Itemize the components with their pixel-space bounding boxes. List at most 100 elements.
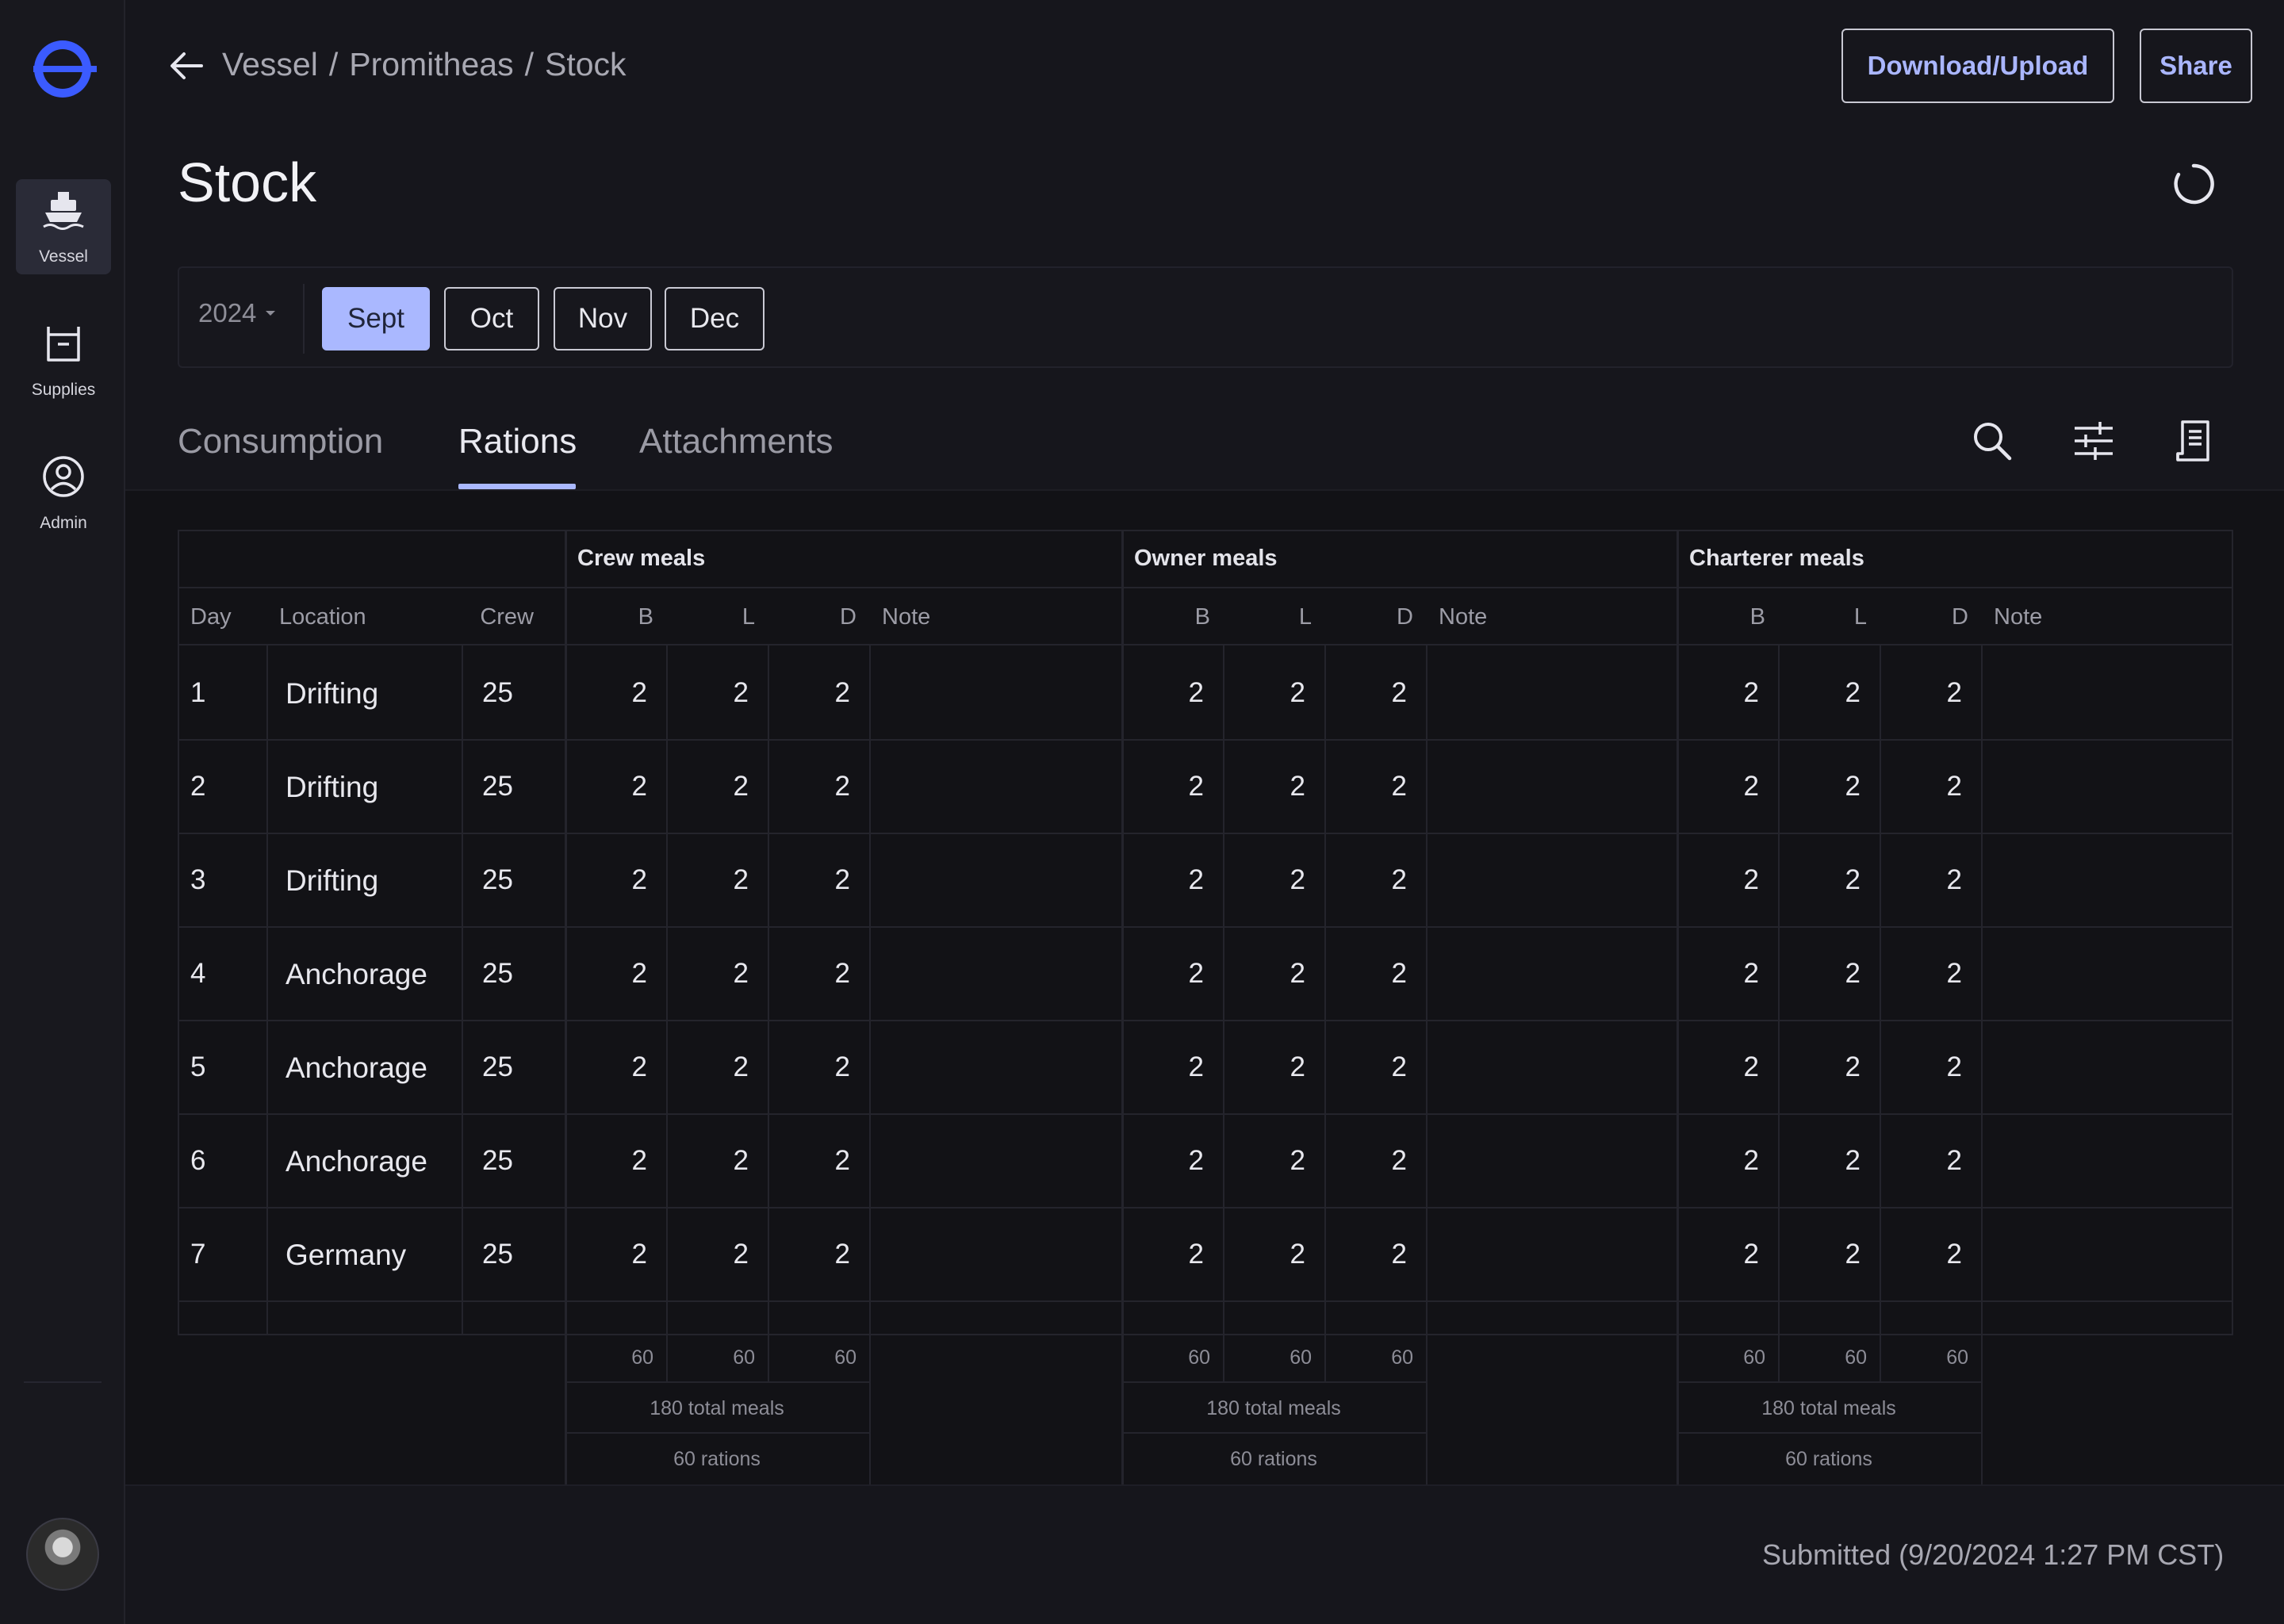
cell-crew[interactable]: 25 bbox=[482, 1239, 513, 1270]
cell-lunch[interactable]: 2 bbox=[1845, 1239, 1861, 1270]
cell-dinner[interactable]: 2 bbox=[835, 958, 850, 990]
cell-lunch[interactable]: 2 bbox=[1845, 677, 1861, 709]
cell-lunch[interactable]: 2 bbox=[734, 864, 749, 896]
cell-dinner[interactable]: 2 bbox=[835, 1145, 850, 1177]
cell-dinner[interactable]: 2 bbox=[835, 771, 850, 802]
tab-rations[interactable]: Rations bbox=[458, 422, 577, 462]
column-divider bbox=[462, 644, 463, 1334]
cell-dinner[interactable]: 2 bbox=[1392, 1239, 1407, 1270]
download-upload-button[interactable]: Download/Upload bbox=[1841, 29, 2114, 103]
cell-breakfast[interactable]: 2 bbox=[1189, 1051, 1204, 1083]
cell-lunch[interactable]: 2 bbox=[734, 771, 749, 802]
cell-breakfast[interactable]: 2 bbox=[1744, 1051, 1759, 1083]
tab-consumption[interactable]: Consumption bbox=[178, 422, 383, 462]
cell-dinner[interactable]: 2 bbox=[1392, 864, 1407, 896]
cell-lunch[interactable]: 2 bbox=[1845, 864, 1861, 896]
cell-breakfast[interactable]: 2 bbox=[632, 771, 647, 802]
cell-crew[interactable]: 25 bbox=[482, 958, 513, 990]
month-button-nov[interactable]: Nov bbox=[554, 287, 652, 350]
breadcrumb-promitheas[interactable]: Promitheas bbox=[349, 46, 513, 83]
month-button-oct[interactable]: Oct bbox=[444, 287, 539, 350]
month-button-sept[interactable]: Sept bbox=[322, 287, 430, 350]
cell-breakfast[interactable]: 2 bbox=[1744, 1145, 1759, 1177]
cell-lunch[interactable]: 2 bbox=[734, 1145, 749, 1177]
cell-location[interactable]: Drifting bbox=[286, 677, 378, 710]
cell-lunch[interactable]: 2 bbox=[734, 958, 749, 990]
cell-breakfast[interactable]: 2 bbox=[1744, 1239, 1759, 1270]
sidebar-item-admin[interactable]: Admin bbox=[16, 446, 111, 541]
cell-dinner[interactable]: 2 bbox=[1947, 1145, 1962, 1177]
cell-breakfast[interactable]: 2 bbox=[1189, 958, 1204, 990]
filter-sliders-icon[interactable] bbox=[2071, 419, 2116, 463]
cell-lunch[interactable]: 2 bbox=[1290, 677, 1305, 709]
month-button-dec[interactable]: Dec bbox=[665, 287, 765, 350]
cell-lunch[interactable]: 2 bbox=[1290, 958, 1305, 990]
cell-breakfast[interactable]: 2 bbox=[632, 1239, 647, 1270]
cell-location[interactable]: Drifting bbox=[286, 771, 378, 804]
year-select[interactable]: 2024 bbox=[198, 298, 276, 328]
cell-dinner[interactable]: 2 bbox=[1392, 677, 1407, 709]
cell-breakfast[interactable]: 2 bbox=[632, 958, 647, 990]
cell-crew[interactable]: 25 bbox=[482, 864, 513, 896]
cell-breakfast[interactable]: 2 bbox=[1189, 864, 1204, 896]
cell-location[interactable]: Anchorage bbox=[286, 958, 427, 991]
cell-breakfast[interactable]: 2 bbox=[1189, 771, 1204, 802]
cell-location[interactable]: Drifting bbox=[286, 864, 378, 898]
cell-breakfast[interactable]: 2 bbox=[1744, 864, 1759, 896]
cell-dinner[interactable]: 2 bbox=[835, 1051, 850, 1083]
back-arrow-icon[interactable] bbox=[167, 46, 206, 86]
cell-lunch[interactable]: 2 bbox=[1290, 1239, 1305, 1270]
cell-lunch[interactable]: 2 bbox=[1845, 771, 1861, 802]
cell-dinner[interactable]: 2 bbox=[1392, 958, 1407, 990]
cell-breakfast[interactable]: 2 bbox=[632, 864, 647, 896]
cell-lunch[interactable]: 2 bbox=[1290, 1051, 1305, 1083]
cell-breakfast[interactable]: 2 bbox=[1189, 677, 1204, 709]
cell-breakfast[interactable]: 2 bbox=[1189, 1239, 1204, 1270]
cell-dinner[interactable]: 2 bbox=[835, 677, 850, 709]
cell-crew[interactable]: 25 bbox=[482, 1051, 513, 1083]
cell-location[interactable]: Anchorage bbox=[286, 1051, 427, 1085]
cell-location[interactable]: Anchorage bbox=[286, 1145, 427, 1178]
cell-lunch[interactable]: 2 bbox=[1290, 1145, 1305, 1177]
cell-lunch[interactable]: 2 bbox=[1845, 1145, 1861, 1177]
cell-dinner[interactable]: 2 bbox=[835, 1239, 850, 1270]
cell-dinner[interactable]: 2 bbox=[1947, 677, 1962, 709]
cell-breakfast[interactable]: 2 bbox=[632, 677, 647, 709]
share-button[interactable]: Share bbox=[2140, 29, 2252, 103]
cell-dinner[interactable]: 2 bbox=[1947, 864, 1962, 896]
cell-lunch[interactable]: 2 bbox=[1290, 771, 1305, 802]
cell-lunch[interactable]: 2 bbox=[734, 677, 749, 709]
cell-breakfast[interactable]: 2 bbox=[632, 1051, 647, 1083]
cell-lunch[interactable]: 2 bbox=[734, 1051, 749, 1083]
receipt-icon[interactable] bbox=[2173, 419, 2217, 463]
cell-crew[interactable]: 25 bbox=[482, 677, 513, 709]
app-logo-icon[interactable] bbox=[29, 35, 97, 103]
sidebar-item-vessel[interactable]: Vessel bbox=[16, 179, 111, 274]
cell-crew[interactable]: 25 bbox=[482, 771, 513, 802]
refresh-icon[interactable] bbox=[2171, 162, 2216, 206]
cell-lunch[interactable]: 2 bbox=[1845, 958, 1861, 990]
search-icon[interactable] bbox=[1970, 419, 2014, 463]
cell-dinner[interactable]: 2 bbox=[835, 864, 850, 896]
tab-attachments[interactable]: Attachments bbox=[639, 422, 834, 462]
cell-lunch[interactable]: 2 bbox=[1845, 1051, 1861, 1083]
cell-lunch[interactable]: 2 bbox=[1290, 864, 1305, 896]
cell-dinner[interactable]: 2 bbox=[1947, 1051, 1962, 1083]
cell-breakfast[interactable]: 2 bbox=[1744, 958, 1759, 990]
sidebar-item-supplies[interactable]: Supplies bbox=[16, 312, 111, 408]
cell-lunch[interactable]: 2 bbox=[734, 1239, 749, 1270]
breadcrumb-vessel[interactable]: Vessel bbox=[222, 46, 318, 83]
cell-breakfast[interactable]: 2 bbox=[1744, 771, 1759, 802]
cell-dinner[interactable]: 2 bbox=[1947, 771, 1962, 802]
user-avatar[interactable] bbox=[26, 1518, 99, 1591]
cell-crew[interactable]: 25 bbox=[482, 1145, 513, 1177]
cell-location[interactable]: Germany bbox=[286, 1239, 406, 1272]
cell-dinner[interactable]: 2 bbox=[1392, 1145, 1407, 1177]
cell-dinner[interactable]: 2 bbox=[1392, 1051, 1407, 1083]
cell-breakfast[interactable]: 2 bbox=[1744, 677, 1759, 709]
cell-dinner[interactable]: 2 bbox=[1947, 1239, 1962, 1270]
cell-dinner[interactable]: 2 bbox=[1392, 771, 1407, 802]
cell-breakfast[interactable]: 2 bbox=[1189, 1145, 1204, 1177]
cell-dinner[interactable]: 2 bbox=[1947, 958, 1962, 990]
cell-breakfast[interactable]: 2 bbox=[632, 1145, 647, 1177]
